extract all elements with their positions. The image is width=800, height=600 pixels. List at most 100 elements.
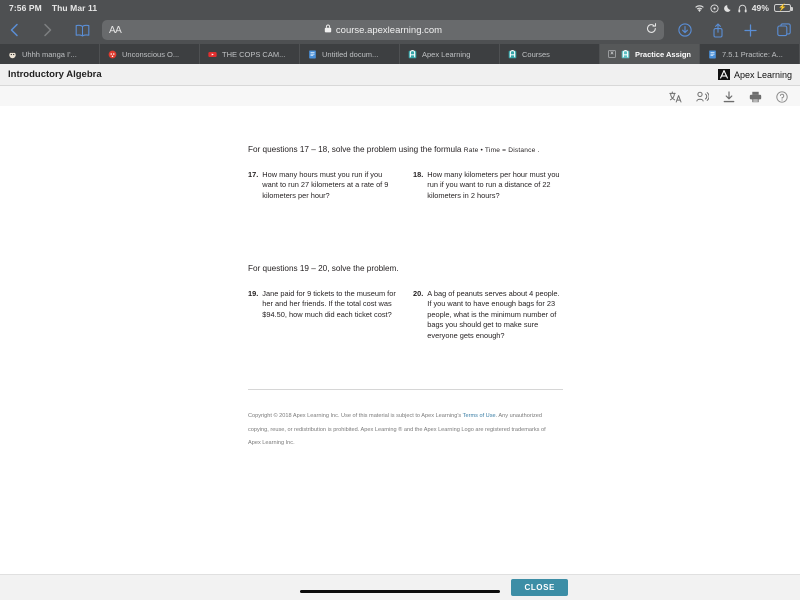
tab-label: Unconscious O... — [122, 49, 180, 59]
question-item-20: 20. A bag of peanuts serves about 4 peop… — [413, 289, 561, 342]
headphones-icon — [738, 4, 747, 13]
tab-label: 7.5.1 Practice: A... — [722, 49, 783, 59]
share-icon[interactable] — [712, 22, 724, 38]
worksheet-content: For questions 17 – 18, solve the problem… — [248, 144, 578, 451]
worksheet-document: For questions 17 – 18, solve the problem… — [0, 106, 800, 600]
lock-icon — [324, 24, 332, 36]
translate-icon[interactable] — [669, 91, 682, 103]
back-chevron-icon[interactable] — [9, 23, 20, 37]
apex-logo-icon — [717, 69, 730, 80]
ios-status-bar: 7:56 PM Thu Mar 11 49% ⚡ — [0, 0, 800, 16]
tab-label: Untitled docum... — [322, 49, 379, 59]
download-circle-icon[interactable] — [678, 23, 692, 37]
question-row-19-20: 19. Jane paid for 9 tickets to the museu… — [248, 289, 578, 342]
apex-favicon — [408, 49, 417, 58]
browser-tab[interactable]: Apex Learning — [400, 44, 500, 64]
book-icon[interactable] — [75, 24, 90, 37]
browser-tab[interactable]: THE COPS CAM... — [200, 44, 300, 64]
instruction-17-18: For questions 17 – 18, solve the problem… — [248, 144, 578, 156]
question-item-19: 19. Jane paid for 9 tickets to the museu… — [248, 289, 396, 321]
tab-label: Courses — [522, 49, 550, 59]
answer-space — [248, 201, 578, 263]
ipad-safari-window: 7:56 PM Thu Mar 11 49% ⚡ AA course.apexl… — [0, 0, 800, 600]
tab-label: THE COPS CAM... — [222, 49, 286, 59]
worksheet-page: For questions 17 – 18, solve the problem… — [0, 106, 800, 451]
url-display: course.apexlearning.com — [102, 24, 664, 36]
instruction-19-20: For questions 19 – 20, solve the problem… — [248, 263, 578, 274]
instruction-text: For questions 19 – 20, solve the problem… — [248, 264, 399, 274]
print-icon[interactable] — [749, 91, 762, 103]
reload-icon[interactable] — [646, 23, 657, 37]
copyright-text-part1: Copyright © 2018 Apex Learning Inc. Use … — [248, 413, 463, 420]
tabs-overview-icon[interactable] — [777, 23, 791, 37]
page-title: Introductory Algebra — [8, 69, 102, 80]
question-number: 17. — [248, 169, 259, 179]
download-icon[interactable] — [723, 90, 735, 103]
youtube-favicon — [208, 51, 217, 57]
question-text: How many kilometers per hour must you ru… — [427, 169, 560, 200]
close-button[interactable]: CLOSE — [511, 579, 568, 596]
question-row-17-18: 17. How many hours must you run if you w… — [248, 170, 578, 202]
question-text: A bag of peanuts serves about 4 people. … — [427, 288, 560, 340]
apex-learning-logo: Apex Learning — [717, 69, 792, 80]
do-not-disturb-moon-icon — [723, 4, 733, 13]
toolbar-right-buttons — [678, 22, 791, 38]
battery-charging-icon: ⚡ — [774, 3, 793, 13]
browser-tab-active[interactable]: × Practice Assign... — [600, 44, 700, 64]
question-item-18: 18. How many kilometers per hour must yo… — [413, 170, 561, 202]
answer-space — [248, 341, 578, 389]
close-tab-icon[interactable]: × — [608, 50, 616, 58]
copyright-footer: Copyright © 2018 Apex Learning Inc. Use … — [248, 410, 548, 451]
skull-favicon — [108, 50, 117, 58]
bottom-action-bar: CLOSE — [0, 574, 800, 600]
question-column: 17. How many hours must you run if you w… — [248, 170, 396, 202]
footer-divider — [248, 389, 563, 391]
text-size-button[interactable]: AA — [109, 25, 122, 36]
browser-tab[interactable]: Uhhh manga I'... — [0, 44, 100, 64]
question-column: 19. Jane paid for 9 tickets to the museu… — [248, 289, 396, 342]
help-icon[interactable] — [776, 90, 788, 103]
document-toolbar — [0, 86, 800, 108]
wifi-icon — [694, 4, 705, 13]
url-text: course.apexlearning.com — [335, 24, 443, 36]
question-column: 18. How many kilometers per hour must yo… — [413, 170, 561, 202]
browser-tab[interactable]: Courses — [500, 44, 600, 64]
battery-percent-label: 49% — [751, 3, 769, 13]
plus-icon[interactable] — [744, 23, 757, 37]
brand-label: Apex Learning — [733, 69, 792, 80]
tab-label: Practice Assign... — [635, 49, 691, 59]
question-text: Jane paid for 9 tickets to the museum fo… — [262, 288, 396, 319]
read-aloud-icon[interactable] — [696, 91, 709, 103]
apex-favicon — [508, 49, 517, 58]
apex-favicon — [621, 49, 630, 58]
tab-label: Apex Learning — [422, 49, 471, 59]
home-indicator[interactable] — [300, 589, 500, 593]
forward-chevron-icon — [42, 23, 53, 37]
formula-text: Rate • Time = Distance . — [463, 147, 540, 154]
question-item-17: 17. How many hours must you run if you w… — [248, 170, 396, 202]
browser-tab[interactable]: Untitled docum... — [300, 44, 400, 64]
navigation-buttons — [9, 23, 90, 37]
rotation-lock-icon — [710, 3, 719, 13]
status-bar-time: 7:56 PM — [9, 3, 42, 13]
status-bar-left: 7:56 PM Thu Mar 11 — [9, 3, 97, 13]
question-number: 20. — [413, 288, 424, 298]
google-docs-favicon — [709, 50, 716, 58]
tab-label: Uhhh manga I'... — [22, 49, 77, 59]
course-header-bar: Introductory Algebra Apex Learning — [0, 64, 800, 86]
status-bar-right: 49% ⚡ — [694, 3, 793, 13]
question-number: 18. — [413, 169, 424, 179]
browser-tab[interactable]: 7.5.1 Practice: A... — [700, 44, 800, 64]
browser-tab[interactable]: Unconscious O... — [100, 44, 200, 64]
question-number: 19. — [248, 288, 259, 298]
terms-of-use-link[interactable]: Terms of Use — [463, 413, 496, 419]
tab-bar: Uhhh manga I'... Unconscious O... THE CO… — [0, 44, 800, 64]
question-text: How many hours must you run if you want … — [262, 169, 389, 200]
google-docs-favicon — [309, 50, 316, 58]
instruction-text: For questions 17 – 18, solve the problem… — [248, 145, 462, 154]
manga-favicon — [9, 51, 16, 58]
question-column: 20. A bag of peanuts serves about 4 peop… — [413, 289, 561, 342]
address-bar[interactable]: AA course.apexlearning.com — [102, 20, 664, 40]
safari-toolbar: AA course.apexlearning.com — [0, 16, 800, 44]
status-bar-date: Thu Mar 11 — [51, 3, 98, 13]
